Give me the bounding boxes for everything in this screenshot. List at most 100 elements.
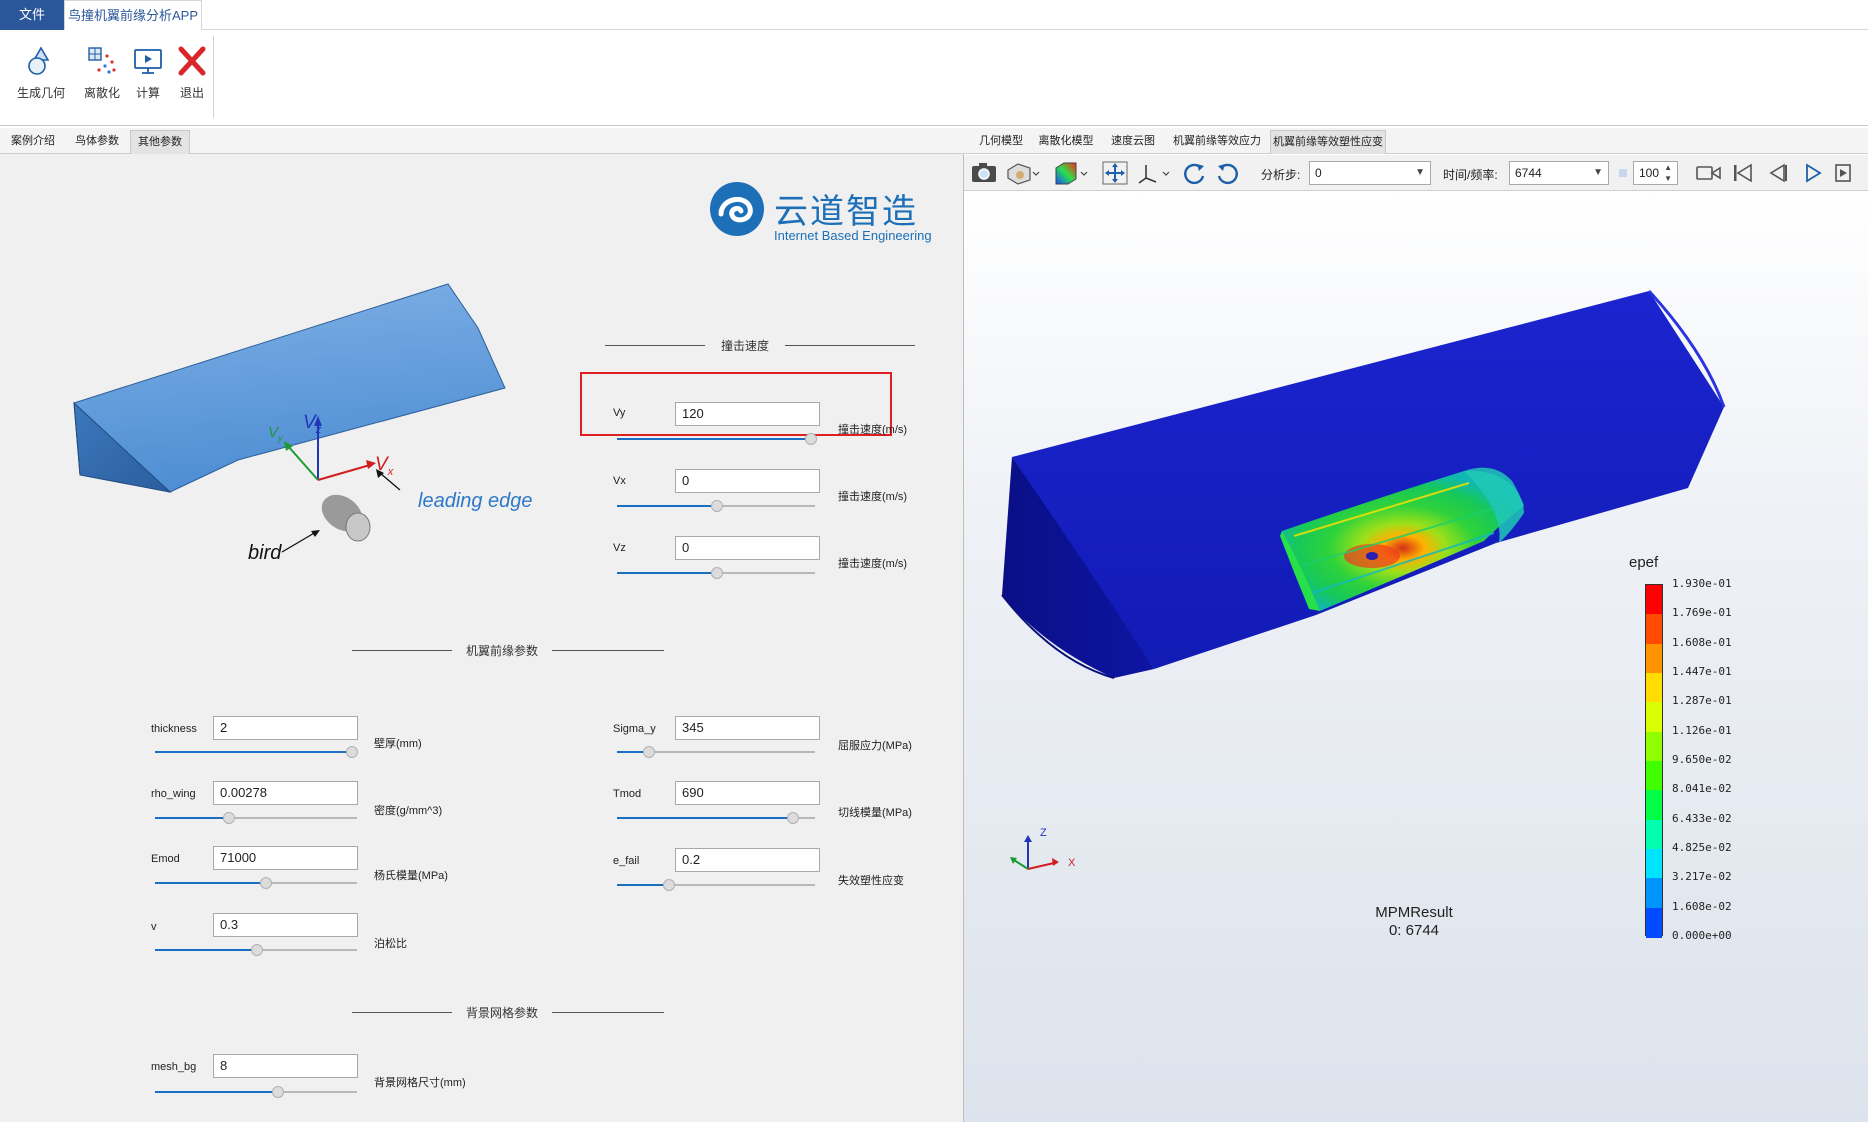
legend-label: 4.825e-02	[1672, 841, 1732, 854]
rho-wing-label: rho_wing	[151, 788, 196, 800]
tab-bird-params[interactable]: 鸟体参数	[66, 130, 128, 154]
poisson-unit: 泊松比	[374, 938, 407, 950]
display-mode-icon[interactable]	[1004, 160, 1040, 186]
tab-app[interactable]: 鸟撞机翼前缘分析APP	[64, 0, 202, 31]
tab-velocity-contour[interactable]: 速度云图	[1102, 130, 1164, 154]
camera-icon[interactable]	[970, 160, 998, 186]
legend-band	[1646, 819, 1662, 850]
legend-label: 1.287e-01	[1672, 694, 1732, 708]
vy-axis	[287, 445, 319, 481]
vz-input[interactable]: 0	[675, 536, 820, 560]
rho-wing-input[interactable]: 0.00278	[213, 781, 358, 805]
analysis-step-label: 分析步:	[1261, 168, 1301, 182]
vx-input[interactable]: 0	[675, 469, 820, 493]
rotate-ccw-icon[interactable]	[1214, 160, 1242, 186]
rho-wing-unit: 密度(g/mm^3)	[374, 805, 443, 817]
vy-subscript: y	[278, 433, 283, 443]
vy-slider[interactable]	[617, 433, 817, 445]
vy-input[interactable]: 120	[675, 402, 820, 426]
triad-z-label: Z	[1040, 827, 1047, 839]
tab-file[interactable]: 文件	[0, 0, 64, 30]
thickness-slider-thumb[interactable]	[346, 746, 358, 758]
vz-subscript: z	[315, 423, 322, 436]
impact-section-line-right	[785, 345, 915, 346]
vx-label: Vx	[375, 454, 393, 478]
e-fail-input[interactable]: 0.2	[675, 848, 820, 872]
chevron-down-icon: ▼	[1415, 167, 1425, 178]
mesh-bg-input[interactable]: 8	[213, 1054, 358, 1078]
emod-label: Emod	[151, 853, 180, 865]
tab-discrete-model[interactable]: 离散化模型	[1032, 130, 1100, 154]
tmod-slider[interactable]	[617, 812, 815, 824]
frame-count-spinner[interactable]: 100 ▲ ▼	[1633, 161, 1678, 185]
frame-indicator-square	[1619, 169, 1627, 177]
tmod-input[interactable]: 690	[675, 781, 820, 805]
spinner-arrows-icon: ▲ ▼	[1664, 163, 1672, 183]
legend-band	[1646, 702, 1662, 733]
tab-equivalent-plastic-strain[interactable]: 机翼前缘等效塑性应变	[1270, 130, 1386, 154]
sigma-y-input[interactable]: 345	[675, 716, 820, 740]
tab-other-params[interactable]: 其他参数	[130, 130, 190, 154]
generate-geometry-button[interactable]: 生成几何	[13, 44, 69, 114]
vz-letter: V	[303, 412, 316, 433]
emod-input[interactable]: 71000	[213, 846, 358, 870]
play-icon[interactable]	[1799, 160, 1827, 186]
next-icon[interactable]	[1832, 160, 1854, 186]
vz-slider[interactable]	[617, 567, 815, 579]
legend-label: 9.650e-02	[1672, 753, 1732, 766]
tab-case-intro[interactable]: 案例介绍	[4, 130, 62, 154]
mesh-bg-slider[interactable]	[155, 1086, 357, 1098]
legend-label: 1.769e-01	[1672, 606, 1732, 620]
logo-title: 云道智造	[774, 192, 918, 232]
time-frequency-select[interactable]: 6744 ▼	[1509, 161, 1609, 185]
ribbon-separator	[213, 36, 214, 118]
frame-count-value: 100	[1639, 166, 1660, 180]
sigma-y-slider[interactable]	[617, 746, 815, 758]
vx-slider[interactable]	[617, 500, 815, 512]
thickness-slider[interactable]	[155, 746, 358, 758]
thickness-input[interactable]: 2	[213, 716, 358, 740]
e-fail-slider[interactable]	[617, 879, 815, 891]
tab-equivalent-stress[interactable]: 机翼前缘等效应力	[1166, 130, 1268, 154]
poisson-input[interactable]: 0.3	[213, 913, 358, 937]
first-frame-icon[interactable]	[1729, 160, 1757, 186]
emod-slider-thumb[interactable]	[260, 877, 272, 889]
emod-slider[interactable]	[155, 877, 357, 889]
rho-wing-slider[interactable]	[155, 812, 357, 824]
mesh-bg-unit: 背景网格尺寸(mm)	[374, 1077, 466, 1089]
rotate-cw-icon[interactable]	[1180, 160, 1208, 186]
legend-band	[1646, 761, 1662, 792]
prev-frame-icon[interactable]	[1764, 160, 1792, 186]
vy-slider-thumb[interactable]	[805, 433, 817, 445]
exit-label: 退出	[179, 86, 204, 100]
e-fail-label: e_fail	[613, 855, 640, 867]
mesh-section-line-left	[352, 1012, 452, 1013]
thickness-label: thickness	[151, 723, 197, 735]
mesh-bg-slider-thumb[interactable]	[272, 1086, 284, 1098]
rho-wing-slider-thumb[interactable]	[223, 812, 235, 824]
time-frequency-value: 6744	[1515, 166, 1542, 180]
fit-view-icon[interactable]	[1101, 160, 1129, 186]
legend-color-bar	[1645, 584, 1663, 938]
exit-button[interactable]: 退出	[164, 44, 220, 114]
color-map-icon[interactable]	[1052, 160, 1088, 186]
vy-label: Vy	[268, 424, 283, 443]
legend-band	[1646, 614, 1662, 645]
poisson-slider-thumb[interactable]	[251, 944, 263, 956]
tmod-slider-thumb[interactable]	[787, 812, 799, 824]
poisson-slider[interactable]	[155, 944, 357, 956]
analysis-step-select[interactable]: 0 ▼	[1309, 161, 1431, 185]
mesh-icon	[88, 47, 116, 74]
axes-icon[interactable]	[1134, 160, 1170, 186]
legend-label: 1.608e-02	[1672, 899, 1732, 913]
tab-geometry-model[interactable]: 几何模型	[972, 130, 1030, 154]
vz-slider-thumb[interactable]	[711, 567, 723, 579]
sigma-y-slider-thumb[interactable]	[643, 746, 655, 758]
compute-icon	[134, 49, 162, 74]
mesh-bg-label: mesh_bg	[151, 1061, 197, 1073]
result-viewport[interactable]: Z X epef 1.930e-01 1.769e-01 1.608e-01 1.44…	[964, 191, 1868, 1122]
record-icon[interactable]	[1694, 160, 1722, 186]
e-fail-slider-thumb[interactable]	[663, 879, 675, 891]
poisson-label: v	[151, 921, 157, 933]
vx-slider-thumb[interactable]	[711, 500, 723, 512]
